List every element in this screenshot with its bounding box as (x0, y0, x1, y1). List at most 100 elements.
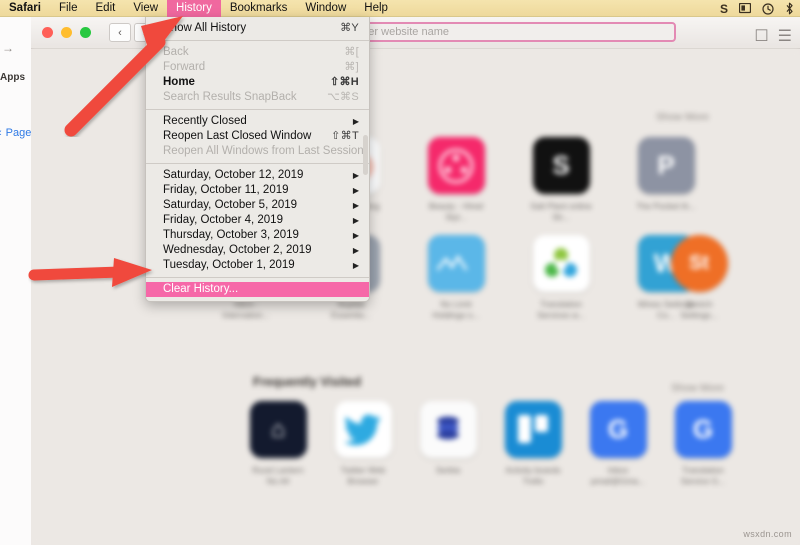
history-dropdown-menu[interactable]: Show All History ⌘Y Back ⌘[ Forward ⌘] H… (145, 17, 370, 302)
skype-icon[interactable]: S (720, 0, 728, 17)
menu-item-date-2019-10-12[interactable]: Saturday, October 12, 2019 ▶ (146, 168, 369, 183)
menu-separator (146, 277, 369, 278)
favorite-tile-8[interactable]: No Limit Holdings o... (426, 235, 486, 320)
menu-edit[interactable]: Edit (87, 0, 125, 17)
menu-view[interactable]: View (124, 0, 167, 17)
menu-scrollbar[interactable] (363, 135, 368, 175)
favorite-label-4: Salt Plant online Sh... (529, 201, 593, 222)
menu-item-label: Thursday, October 3, 2019 (163, 228, 353, 243)
frequent-icon-3 (420, 401, 477, 458)
frequent-tile-4[interactable]: Activity boards Trello (503, 401, 563, 486)
menu-item-date-2019-10-02[interactable]: Wednesday, October 2, 2019 ▶ (146, 243, 369, 258)
menu-item-show-all-history[interactable]: Show All History ⌘Y (146, 21, 369, 36)
menu-separator (146, 109, 369, 110)
favorites-show-more-link[interactable]: Show More (656, 111, 709, 123)
menu-item-date-2019-10-01[interactable]: Tuesday, October 1, 2019 ▶ (146, 258, 369, 273)
frequent-icon-1: ⌂ (250, 401, 307, 458)
submenu-arrow-icon: ▶ (353, 228, 359, 243)
frequent-tile-6[interactable]: G Translation Service G... (673, 401, 733, 486)
favorite-label-7: Nuptial Essentia... (319, 299, 383, 320)
menu-item-date-2019-10-11[interactable]: Friday, October 11, 2019 ▶ (146, 183, 369, 198)
menu-item-shortcut: ⇧⌘T (331, 129, 359, 144)
sidebar-apps-row[interactable]: → (2, 41, 14, 55)
frequent-icon-6: G (675, 401, 732, 458)
screenshot-root: ‹ › enter website name ☐ ☰ Show More (0, 0, 800, 545)
menu-item-back: Back ⌘[ (146, 45, 369, 60)
frequent-icon-2 (335, 401, 392, 458)
submenu-arrow-icon: ▶ (353, 168, 359, 183)
traffic-lights[interactable] (42, 27, 91, 38)
menu-item-forward: Forward ⌘] (146, 60, 369, 75)
frequently-visited-title: Frequently Visited (253, 375, 361, 389)
favorite-icon-4: S (533, 137, 590, 194)
menu-window[interactable]: Window (296, 0, 355, 17)
submenu-arrow-icon: ▶ (353, 243, 359, 258)
menu-item-label: Saturday, October 12, 2019 (163, 168, 353, 183)
frequently-visited-show-more-link[interactable]: Show More (671, 382, 724, 394)
close-window-button[interactable] (42, 27, 53, 38)
menu-item-label: Friday, October 4, 2019 (163, 213, 353, 228)
frequent-icon-4 (505, 401, 562, 458)
favorite-tile-3[interactable]: Beauty - Hired Styl... (426, 137, 486, 222)
tabs-overview-icon[interactable]: ☰ (778, 26, 792, 46)
submenu-arrow-icon: ▶ (353, 213, 359, 228)
frequent-tile-1[interactable]: ⌂ Rural Lantern No.44 (248, 401, 308, 486)
menu-item-date-2019-10-03[interactable]: Thursday, October 3, 2019 ▶ (146, 228, 369, 243)
frequent-label-1: Rural Lantern No.44 (246, 465, 310, 486)
watermark: wsxdn.com (743, 529, 792, 539)
frequent-tile-2[interactable]: Twitter Web Browser (333, 401, 393, 486)
menu-bookmarks[interactable]: Bookmarks (221, 0, 297, 17)
frequent-icon-5: G (590, 401, 647, 458)
frequent-label-2: Twitter Web Browser (331, 465, 395, 486)
menu-help[interactable]: Help (355, 0, 397, 17)
favorite-tile-4[interactable]: S Salt Plant online Sh... (531, 137, 591, 222)
favorite-tile-11[interactable]: St Stretch Settings... (669, 235, 729, 320)
frequent-tile-3[interactable]: Serbia (418, 401, 478, 476)
favorite-label-6: ISEA - Internation... (214, 299, 278, 320)
submenu-arrow-icon: ▶ (353, 114, 359, 129)
bluetooth-icon[interactable] (785, 0, 794, 17)
sidebar-page-label: Page (6, 127, 32, 139)
favorite-label-11: Stretch Settings... (667, 299, 731, 320)
toolbar-right-icons[interactable]: ☐ ☰ (754, 26, 792, 46)
menu-separator (146, 40, 369, 41)
share-icon[interactable]: ☐ (754, 26, 768, 46)
favorite-icon-3 (428, 137, 485, 194)
menu-item-label: Reopen All Windows from Last Session (163, 144, 364, 159)
favorite-tile-9[interactable]: Translation Services w... (531, 235, 591, 320)
favorite-icon-11: St (671, 235, 728, 292)
menu-item-shortcut: ⌥⌘S (327, 90, 359, 105)
menu-item-shortcut: ⌘Y (340, 21, 359, 36)
menu-item-date-2019-10-04[interactable]: Friday, October 4, 2019 ▶ (146, 213, 369, 228)
menu-file[interactable]: File (50, 0, 87, 17)
sidebar-apps-label: Apps (0, 72, 25, 83)
screen-share-icon[interactable] (739, 0, 751, 17)
zoom-window-button[interactable] (80, 27, 91, 38)
menu-history[interactable]: History (167, 0, 221, 17)
menu-item-shortcut: ⇧⌘H (330, 75, 359, 90)
menu-item-search-results-snapback: Search Results SnapBack ⌥⌘S (146, 90, 369, 105)
menu-item-label: Recently Closed (163, 114, 353, 129)
menu-item-clear-history[interactable]: Clear History... (146, 282, 369, 297)
favorite-tile-5[interactable]: P The Pocket th... (636, 137, 696, 212)
sidebar-page-link[interactable]: ‹ Page (0, 127, 31, 139)
favorite-icon-8 (428, 235, 485, 292)
menu-item-date-2019-10-05[interactable]: Saturday, October 5, 2019 ▶ (146, 198, 369, 213)
favorite-label-3: Beauty - Hired Styl... (424, 201, 488, 222)
menu-item-label: Home (163, 75, 330, 90)
menu-item-label: Tuesday, October 1, 2019 (163, 258, 353, 273)
address-bar[interactable]: enter website name (343, 22, 676, 42)
menu-item-label: Friday, October 11, 2019 (163, 183, 353, 198)
menu-item-reopen-last-closed-window[interactable]: Reopen Last Closed Window ⇧⌘T (146, 129, 369, 144)
menu-item-label: Clear History... (163, 282, 359, 297)
minimize-window-button[interactable] (61, 27, 72, 38)
favorite-label-5: The Pocket th... (634, 201, 698, 212)
menu-item-recently-closed[interactable]: Recently Closed ▶ (146, 114, 369, 129)
menu-safari[interactable]: Safari (0, 0, 50, 17)
frequent-tile-5[interactable]: G Inbox pmail@Gma... (588, 401, 648, 486)
menu-item-home[interactable]: Home ⇧⌘H (146, 75, 369, 90)
menu-item-label: Reopen Last Closed Window (163, 129, 331, 144)
back-button[interactable]: ‹ (109, 23, 131, 42)
time-machine-icon[interactable] (762, 0, 774, 17)
menu-item-label: Wednesday, October 2, 2019 (163, 243, 353, 258)
